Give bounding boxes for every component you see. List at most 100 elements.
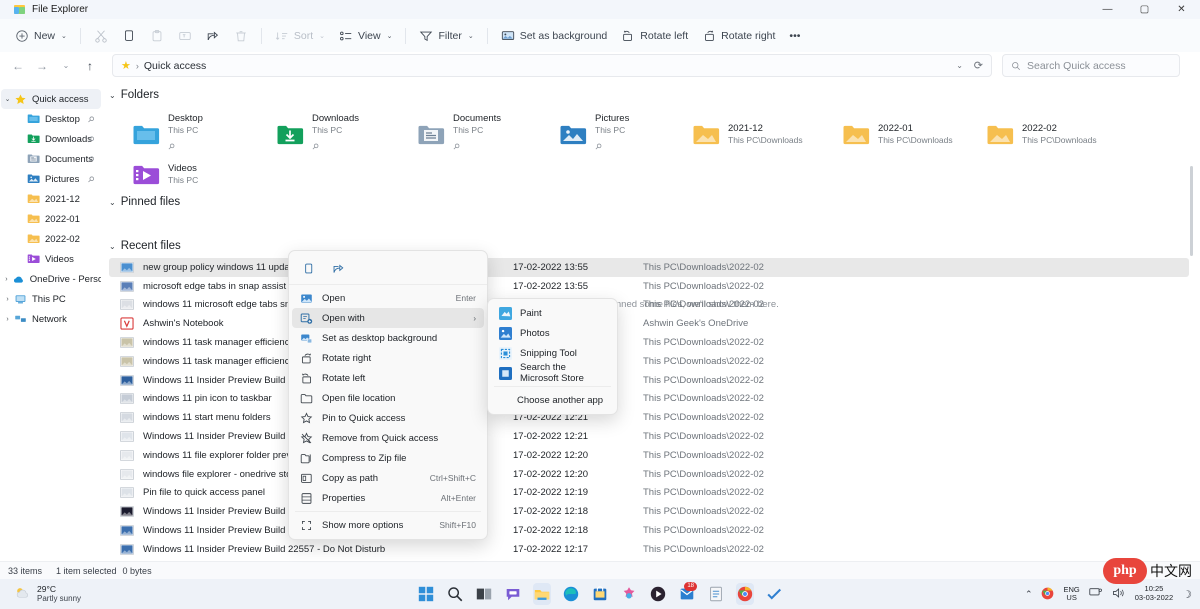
weather-widget[interactable]: 29°C Partly sunny (14, 584, 81, 604)
more-options-button[interactable]: ••• (782, 23, 807, 48)
store-icon[interactable] (591, 583, 609, 605)
pinned-section-header[interactable]: ⌄ Pinned files (109, 196, 180, 208)
menu-item-show-more-options[interactable]: Show more options Shift+F10 (292, 515, 484, 535)
refresh-icon[interactable]: ⟳ (974, 59, 983, 72)
show-hidden-icons-button[interactable]: ⌃ (1025, 589, 1033, 600)
forward-button[interactable]: → (30, 55, 54, 77)
sidebar-item-downloads[interactable]: Downloads ⚲ (1, 129, 101, 149)
menu-item-remove-from-quick-access[interactable]: Remove from Quick access (292, 428, 484, 448)
view-button[interactable]: View ⌄ (332, 23, 399, 48)
vertical-scrollbar[interactable] (1189, 164, 1194, 561)
search-input[interactable]: Search Quick access (1002, 54, 1180, 77)
start-icon[interactable] (417, 583, 435, 605)
file-list-row[interactable]: Windows 11 Insider Preview Build 22557 -… (109, 521, 1189, 540)
share-button[interactable] (199, 23, 227, 48)
menu-item-rotate-left[interactable]: Rotate left (292, 368, 484, 388)
task-view-icon[interactable] (475, 583, 493, 605)
mail-icon[interactable]: 18 (678, 582, 697, 605)
chevron-right-icon[interactable]: › (1, 276, 12, 283)
chrome-tray-icon[interactable] (1041, 587, 1054, 602)
menu-item-choose-another-app[interactable]: Choose another app (491, 390, 614, 410)
chevron-down-icon[interactable]: ⌄ (956, 61, 963, 70)
sidebar-item-videos[interactable]: Videos (1, 249, 101, 269)
breadcrumb[interactable]: ★ › Quick access ⌄ ⟳ (112, 54, 992, 77)
menu-item-open[interactable]: Open Enter (292, 288, 484, 308)
chrome-icon[interactable] (736, 583, 754, 605)
file-list-row[interactable]: Windows 11 Insider Preview Build 22557 -… (109, 540, 1189, 559)
sidebar-item-onedrive-personal[interactable]: › OneDrive - Personal (1, 269, 101, 289)
search-icon[interactable] (446, 583, 464, 605)
edge-icon[interactable] (562, 583, 580, 605)
sidebar-item-this-pc[interactable]: › This PC (1, 289, 101, 309)
recent-locations-button[interactable]: ⌄ (54, 55, 78, 77)
chevron-down-icon[interactable]: ⌄ (1, 95, 14, 103)
chevron-right-icon[interactable]: › (1, 316, 14, 323)
menu-item-rotate-right[interactable]: Rotate right (292, 348, 484, 368)
file-list-row[interactable]: windows file explorer - onedrive storage… (109, 465, 1189, 484)
sidebar-item-2022-02[interactable]: 2022-02 (1, 229, 101, 249)
filter-button[interactable]: Filter ⌄ (412, 23, 480, 48)
copy-button[interactable] (115, 23, 143, 48)
copy-button[interactable] (295, 257, 321, 279)
media-player-icon[interactable] (649, 583, 667, 605)
cut-button[interactable] (87, 23, 115, 48)
chat-icon[interactable] (504, 583, 522, 605)
menu-item-pin-to-quick-access[interactable]: Pin to Quick access (292, 408, 484, 428)
file-list-row[interactable]: Pin file to quick access panel 17-02-2022… (109, 484, 1189, 503)
sidebar-item-2021-12[interactable]: 2021-12 (1, 189, 101, 209)
pin-icon[interactable]: ⚲ (86, 174, 97, 185)
set-as-background-button[interactable]: Set as background (494, 23, 615, 48)
new-button[interactable]: New ⌄ (8, 23, 74, 48)
file-list-row[interactable]: windows 11 task manager efficiency mode1… (109, 352, 1189, 371)
menu-item-set-as-desktop-background[interactable]: Set as desktop background (292, 328, 484, 348)
menu-item-search-the-microsoft-store[interactable]: Search the Microsoft Store (491, 362, 614, 384)
maximize-button[interactable]: ▢ (1126, 0, 1163, 19)
file-list-row[interactable]: microsoft edge tabs in snap assist 17-02-… (109, 277, 1189, 296)
menu-item-photos[interactable]: Photos (491, 323, 614, 343)
menu-item-snipping-tool[interactable]: Snipping Tool (491, 343, 614, 363)
file-explorer-icon[interactable] (533, 583, 551, 605)
file-list-row[interactable]: windows 11 microsoft edge tabs snap17-02… (109, 296, 1189, 315)
file-list-row[interactable]: Windows 11 Insider Preview Build 22557 17… (109, 427, 1189, 446)
chevron-right-icon[interactable]: › (1, 296, 14, 303)
volume-icon[interactable] (1112, 587, 1126, 601)
file-list-row[interactable]: new group policy windows 11 update notif… (109, 258, 1189, 277)
back-button[interactable]: ← (6, 55, 30, 77)
recent-section-header[interactable]: ⌄ Recent files (109, 240, 181, 252)
photos-icon[interactable] (620, 583, 638, 605)
sort-button[interactable]: Sort ⌄ (268, 23, 332, 48)
rotate-right-button[interactable]: Rotate right (695, 23, 782, 48)
sidebar-item-quick-access[interactable]: ⌄ Quick access (1, 89, 101, 109)
clock[interactable]: 10:25 03-03-2022 (1135, 585, 1173, 602)
todo-icon[interactable] (765, 583, 783, 605)
menu-item-compress-to-zip-file[interactable]: Compress to Zip file (292, 448, 484, 468)
pin-icon[interactable]: ⚲ (86, 114, 97, 125)
rotate-left-button[interactable]: Rotate left (614, 23, 695, 48)
file-list-row[interactable]: windows 11 task manager efficiency mode1… (109, 333, 1189, 352)
file-list-row[interactable]: windows 11 pin icon to taskbar17-02-2022… (109, 390, 1189, 409)
menu-item-open-with[interactable]: Open with › (292, 308, 484, 328)
file-list-row[interactable]: windows 11 file explorer folder preview 1… (109, 446, 1189, 465)
delete-button[interactable] (227, 23, 255, 48)
network-icon[interactable] (1089, 587, 1103, 601)
folder-tile[interactable]: 2022-02 This PC\Downloads (986, 115, 1194, 153)
share-button[interactable] (325, 257, 351, 279)
sidebar-item-2022-01[interactable]: 2022-01 (1, 209, 101, 229)
menu-item-open-file-location[interactable]: Open file location (292, 388, 484, 408)
sidebar-item-network[interactable]: › Network (1, 309, 101, 329)
language-indicator[interactable]: ENG US (1063, 585, 1079, 603)
close-button[interactable]: ✕ (1163, 0, 1200, 19)
moon-icon[interactable]: ☽ (1182, 588, 1192, 601)
file-list-row[interactable]: Windows 11 Insider Preview Build 22557 -… (109, 371, 1189, 390)
breadcrumb-quick-access[interactable]: Quick access (144, 60, 206, 72)
rename-button[interactable] (171, 23, 199, 48)
folders-section-header[interactable]: ⌄ Folders (109, 89, 1194, 101)
file-list-row[interactable]: windows 11 start menu folders 17-02-2022 … (109, 408, 1189, 427)
menu-item-copy-as-path[interactable]: Copy as path Ctrl+Shift+C (292, 468, 484, 488)
notepad-icon[interactable] (707, 583, 725, 605)
menu-item-paint[interactable]: Paint (491, 303, 614, 323)
paste-button[interactable] (143, 23, 171, 48)
menu-item-properties[interactable]: Properties Alt+Enter (292, 488, 484, 508)
file-list-row[interactable]: Windows 11 Insider Preview Build 22557 -… (109, 502, 1189, 521)
folder-tile[interactable]: Videos This PC (132, 155, 342, 193)
